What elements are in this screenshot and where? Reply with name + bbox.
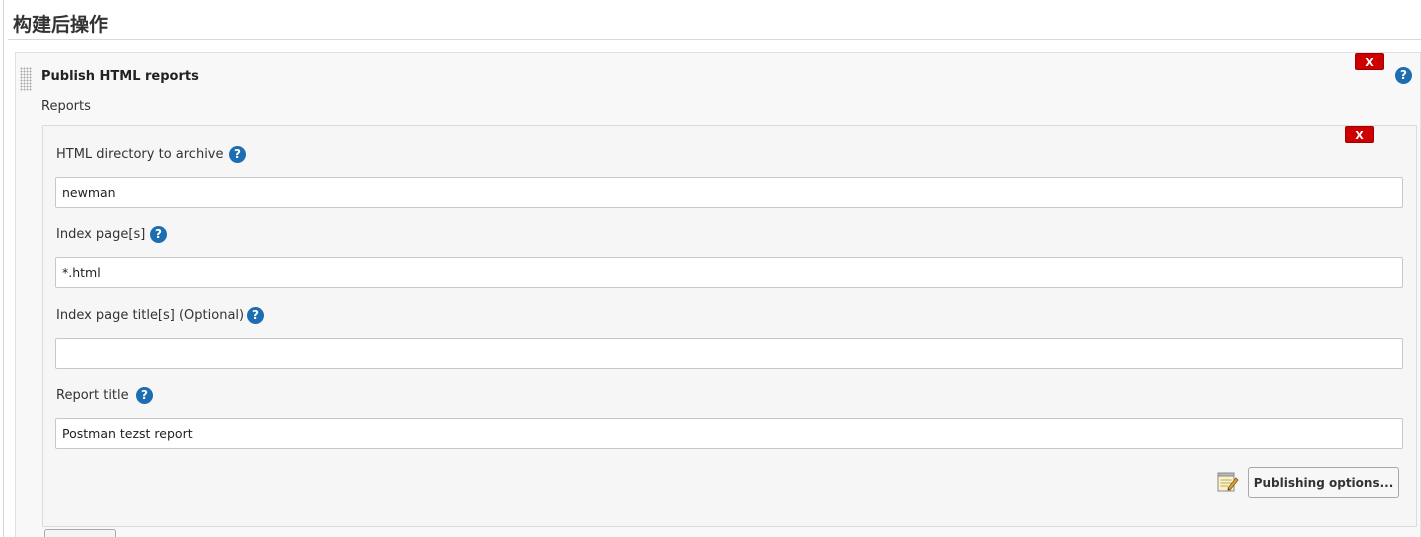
reports-label: Reports <box>41 99 91 114</box>
post-build-actions-page: 构建后操作 Publish HTML reports X ? Reports X… <box>0 0 1421 537</box>
publishing-options-button[interactable]: Publishing options... <box>1248 467 1399 498</box>
index-pages-label: Index page[s] <box>56 227 146 242</box>
index-page-titles-input[interactable] <box>55 338 1403 369</box>
add-report-button[interactable] <box>44 529 116 537</box>
delete-report-button[interactable]: X <box>1345 126 1374 143</box>
html-directory-help-icon[interactable]: ? <box>229 146 246 163</box>
left-border <box>3 0 4 537</box>
section-divider <box>8 39 1421 40</box>
report-title-input[interactable] <box>55 418 1403 449</box>
report-title-help-icon[interactable]: ? <box>136 387 153 404</box>
step-title: Publish HTML reports <box>41 69 199 84</box>
index-page-titles-help-icon[interactable]: ? <box>247 307 264 324</box>
report-title-label: Report title <box>56 388 129 403</box>
notepad-icon <box>1217 472 1239 492</box>
drag-handle-icon[interactable] <box>20 67 32 91</box>
index-pages-help-icon[interactable]: ? <box>150 226 167 243</box>
step-help-icon[interactable]: ? <box>1395 67 1412 84</box>
section-title: 构建后操作 <box>13 14 109 36</box>
delete-step-button[interactable]: X <box>1355 53 1384 70</box>
html-directory-input[interactable] <box>55 177 1403 208</box>
index-page-titles-label: Index page title[s] (Optional) <box>56 308 245 323</box>
index-pages-input[interactable] <box>55 257 1403 288</box>
html-directory-label: HTML directory to archive <box>56 147 224 162</box>
